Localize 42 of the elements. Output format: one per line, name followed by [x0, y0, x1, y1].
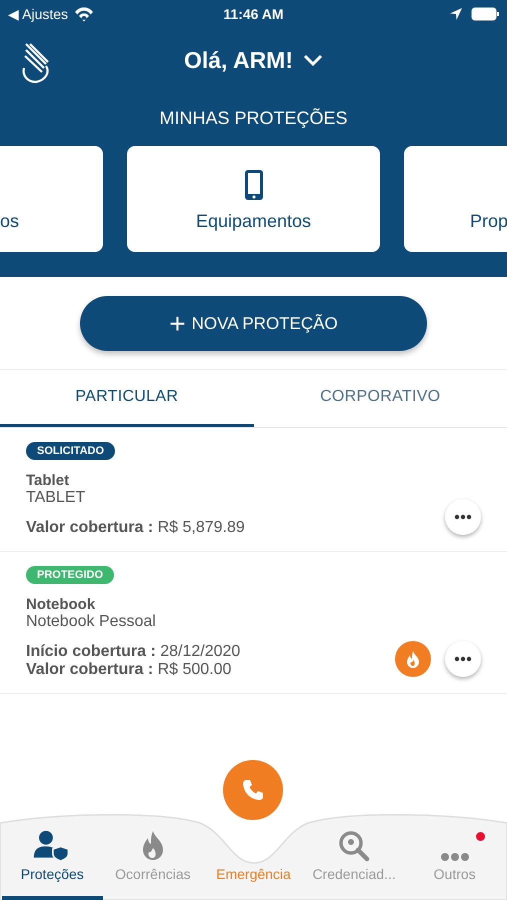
more-icon: [454, 656, 472, 662]
battery-icon: [471, 7, 499, 21]
tab-bar-label: Outros: [434, 866, 476, 882]
category-label: os: [0, 211, 19, 232]
new-protection-button[interactable]: + NOVA PROTEÇÃO: [80, 296, 427, 351]
category-label: Equipamentos: [196, 211, 312, 232]
tab[interactable]: CORPORATIVO: [254, 370, 507, 427]
phone-icon: [241, 778, 266, 802]
tab[interactable]: PARTICULAR: [0, 370, 254, 427]
back-link[interactable]: ◀ Ajustes: [8, 6, 68, 22]
item-title: Tablet: [26, 472, 70, 489]
item-subtitle: Notebook Pessoal: [26, 613, 157, 631]
more-icon: [454, 514, 472, 520]
category-label: Prop: [470, 211, 507, 232]
more-icon: [440, 852, 470, 862]
status-badge: PROTEGIDO: [26, 566, 114, 584]
item-subtitle: TABLET: [26, 489, 86, 507]
tab-bar-label: Credenciad...: [312, 866, 396, 882]
coverage-field: Valor cobertura : R$ 5,879.89: [26, 519, 445, 537]
more-button[interactable]: [445, 499, 481, 535]
coverage-field: Início cobertura : 28/12/2020: [26, 643, 395, 661]
chevron-down-icon[interactable]: [303, 53, 324, 67]
category-card[interactable]: Prop: [404, 146, 507, 252]
location-icon: [449, 7, 463, 21]
clock: 11:46 AM: [223, 6, 284, 22]
tab-bar-label: Emergência: [216, 866, 291, 882]
more-button[interactable]: [445, 641, 481, 677]
wifi-icon: [74, 6, 94, 22]
report-claim-button[interactable]: [395, 641, 431, 677]
flame-icon: [404, 650, 422, 668]
tab-bar-label: Ocorrências: [115, 866, 191, 882]
location-search-icon: [338, 830, 370, 862]
tab-bar-item[interactable]: Proteções: [2, 830, 103, 900]
item-title: Notebook: [26, 596, 96, 613]
section-title: MINHAS PROTEÇÕES: [158, 108, 349, 130]
status-badge: SOLICITADO: [26, 442, 116, 460]
coverage-field: Valor cobertura : R$ 500.00: [26, 661, 395, 679]
greeting[interactable]: Olá, ARM!: [184, 46, 294, 74]
tab-bar-label: Proteções: [20, 866, 84, 882]
smartphone-icon: [242, 169, 264, 201]
category-card[interactable]: os: [0, 146, 103, 252]
category-card[interactable]: Equipamentos: [127, 146, 380, 252]
